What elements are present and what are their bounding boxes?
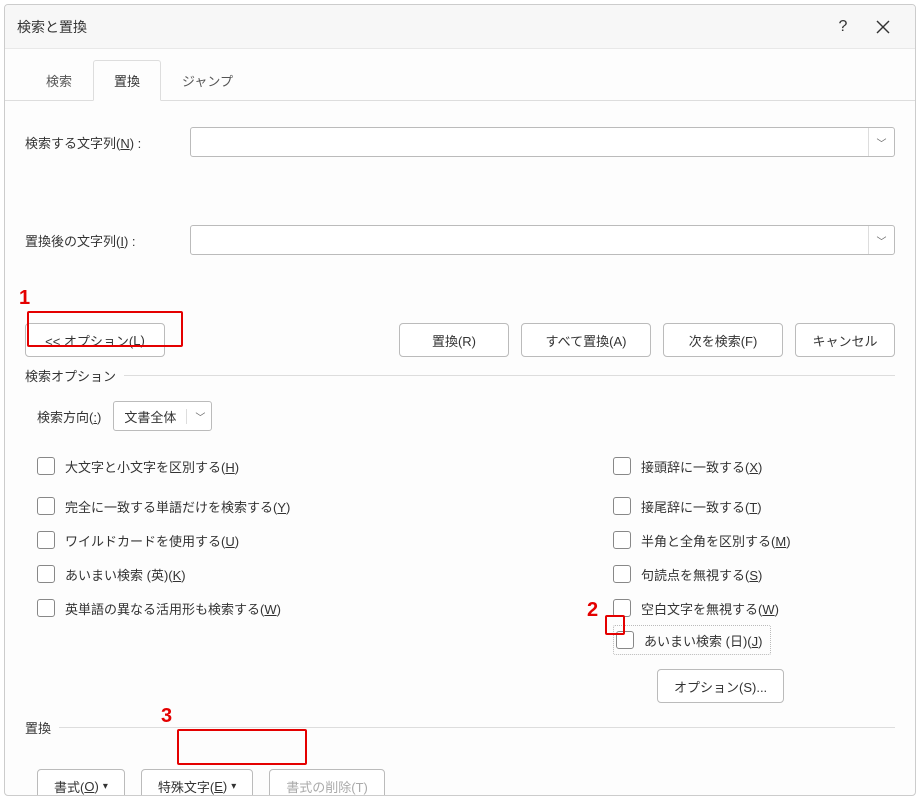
options-columns: 大文字と小文字を区別する(H) 完全に一致する単語だけを検索する(Y) ワイルド… — [25, 449, 895, 703]
chevron-down-icon: ﹀ — [877, 233, 887, 248]
search-direction-value: 文書全体 — [124, 407, 176, 426]
checkbox-icon — [613, 565, 631, 583]
fuzzy-japanese-checkbox[interactable]: あいまい検索 (日)(J) — [613, 625, 771, 655]
whole-word-checkbox[interactable]: 完全に一致する単語だけを検索する(Y) — [37, 489, 573, 523]
search-direction-row: 検索方向(:) 文書全体 ﹀ — [37, 401, 895, 431]
fuzzy-options-button[interactable]: オプション(S)... — [657, 669, 784, 703]
tab-replace[interactable]: 置換 — [93, 60, 161, 101]
tab-jump[interactable]: ジャンプ — [161, 60, 254, 101]
find-combo: ﹀ — [190, 127, 895, 157]
caret-down-icon: ▾ — [231, 781, 236, 792]
checkbox-icon — [613, 599, 631, 617]
options-toggle-button[interactable]: << オプション(L) — [25, 323, 165, 357]
fuzzy-english-checkbox[interactable]: あいまい検索 (英)(K) — [37, 557, 573, 591]
prefix-checkbox[interactable]: 接頭辞に一致する(X) — [613, 449, 883, 483]
find-next-button[interactable]: 次を検索(F) — [663, 323, 783, 357]
ignore-space-checkbox[interactable]: 空白文字を無視する(W) — [613, 591, 883, 625]
checkbox-icon — [37, 457, 55, 475]
clear-format-button[interactable]: 書式の削除(T) — [269, 769, 385, 796]
search-options-title: 検索オプション — [25, 375, 895, 395]
checkbox-icon — [37, 599, 55, 617]
format-button[interactable]: 書式(O)▾ — [37, 769, 125, 796]
replace-dropdown-button[interactable]: ﹀ — [868, 226, 894, 254]
replace-label: 置換後の文字列(I) : — [25, 231, 190, 250]
replace-button[interactable]: 置換(R) — [399, 323, 509, 357]
search-direction-select[interactable]: 文書全体 ﹀ — [113, 401, 212, 431]
width-checkbox[interactable]: 半角と全角を区別する(M) — [613, 523, 883, 557]
fuzzy-japanese-row: あいまい検索 (日)(J) — [613, 623, 883, 657]
replace-section-title: 置換 — [25, 727, 895, 747]
cancel-button[interactable]: キャンセル — [795, 323, 895, 357]
dialog-title: 検索と置換 — [17, 17, 823, 37]
checkbox-icon — [37, 497, 55, 515]
options-right-column: 接頭辞に一致する(X) 接尾辞に一致する(T) 半角と全角を区別する(M) 句読… — [613, 449, 883, 703]
replace-section: 置換 書式(O)▾ 特殊文字(E)▾ 書式の削除(T) — [25, 727, 895, 796]
tab-strip: 検索 置換 ジャンプ — [5, 49, 915, 101]
close-button[interactable] — [863, 7, 903, 47]
find-replace-dialog: 検索と置換 ? 検索 置換 ジャンプ 検索する文字列(N) : ﹀ 置換後の文字… — [4, 4, 916, 796]
special-chars-button[interactable]: 特殊文字(E)▾ — [141, 769, 253, 796]
wildcard-checkbox[interactable]: ワイルドカードを使用する(U) — [37, 523, 573, 557]
find-label: 検索する文字列(N) : — [25, 133, 190, 152]
match-case-checkbox[interactable]: 大文字と小文字を区別する(H) — [37, 449, 573, 483]
find-dropdown-button[interactable]: ﹀ — [868, 128, 894, 156]
replace-combo: ﹀ — [190, 225, 895, 255]
help-button[interactable]: ? — [823, 7, 863, 47]
ignore-punct-checkbox[interactable]: 句読点を無視する(S) — [613, 557, 883, 591]
find-input[interactable] — [191, 128, 868, 156]
suffix-checkbox[interactable]: 接尾辞に一致する(T) — [613, 489, 883, 523]
caret-down-icon: ▾ — [103, 781, 108, 792]
checkbox-icon — [613, 531, 631, 549]
main-button-row: << オプション(L) 置換(R) すべて置換(A) 次を検索(F) キャンセル — [25, 319, 895, 369]
search-direction-label: 検索方向(:) — [37, 407, 101, 426]
word-forms-checkbox[interactable]: 英単語の異なる活用形も検索する(W) — [37, 591, 573, 625]
checkbox-icon — [613, 457, 631, 475]
checkbox-icon — [37, 565, 55, 583]
checkbox-icon — [616, 631, 634, 649]
options-left-column: 大文字と小文字を区別する(H) 完全に一致する単語だけを検索する(Y) ワイルド… — [37, 449, 573, 703]
titlebar: 検索と置換 ? — [5, 5, 915, 49]
replace-all-button[interactable]: すべて置換(A) — [521, 323, 651, 357]
checkbox-icon — [613, 497, 631, 515]
close-icon — [876, 20, 890, 34]
chevron-down-icon: ﹀ — [186, 409, 205, 424]
content-area: 検索する文字列(N) : ﹀ 置換後の文字列(I) : ﹀ — [5, 101, 915, 796]
replace-input[interactable] — [191, 226, 868, 254]
checkbox-icon — [37, 531, 55, 549]
chevron-down-icon: ﹀ — [877, 135, 887, 150]
find-row: 検索する文字列(N) : ﹀ — [25, 127, 895, 157]
tab-search[interactable]: 検索 — [25, 60, 93, 101]
replace-row: 置換後の文字列(I) : ﹀ — [25, 225, 895, 255]
